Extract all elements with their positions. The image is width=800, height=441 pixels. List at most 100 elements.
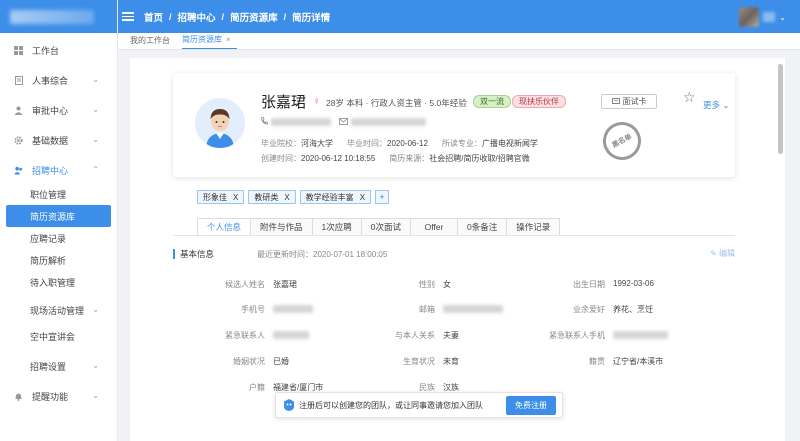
breadcrumb-recruitment[interactable]: 招聘中心 — [178, 10, 216, 24]
field-value: 夫妻 — [443, 331, 459, 340]
chevron-down-icon: ⌄ — [779, 12, 786, 22]
field-value: 张嘉珺 — [273, 280, 297, 289]
field-label: 邮箱 — [419, 305, 435, 314]
sidebar-item-workbench[interactable]: 工作台 — [0, 37, 117, 63]
sidebar-item-label: 基础数据 — [32, 135, 69, 146]
blacklist-stamp: 黑名单 — [596, 115, 648, 167]
close-icon[interactable]: × — [226, 35, 231, 44]
sidebar-subitem-position[interactable]: 职位管理 — [0, 183, 117, 205]
user-name — [763, 12, 776, 22]
sidebar-item-recruit-settings[interactable]: 招聘设置 ⌄ — [0, 353, 117, 379]
info-row: 候选人姓名 张嘉珺 性别 女 出生日期 1992-03-06 — [173, 279, 735, 293]
tag-double-first-class: 双一流 — [473, 95, 511, 108]
tag-partner: 现扶乐伙伴 — [512, 95, 566, 108]
info-row: 婚姻状况 已婚 生育状况 未育 籍贯 辽宁省/本溪市 — [173, 356, 735, 370]
chevron-down-icon: ⌄ — [92, 361, 99, 370]
chevron-down-icon: ⌄ — [92, 75, 99, 84]
sidebar-item-label: 招聘中心 — [32, 165, 69, 176]
phone-icon — [261, 117, 269, 127]
tab-personal-info[interactable]: 个人信息 — [197, 218, 252, 235]
close-icon[interactable]: X — [360, 193, 365, 202]
grad-time-label: 毕业时间： — [347, 139, 387, 148]
sidebar-item-reminder[interactable]: 提醒功能 ⌄ — [0, 383, 117, 409]
sidebar-item-label: 审批中心 — [32, 105, 69, 116]
chevron-down-icon: ⌄ — [92, 105, 99, 114]
sidebar-item-label: 人事综合 — [32, 75, 69, 86]
sidebar-subitem-onboarding[interactable]: 待入职管理 — [0, 271, 117, 293]
sidebar-item-air-seminar[interactable]: 空中宣讲会 — [0, 323, 117, 349]
star-icon[interactable]: ☆ — [683, 89, 696, 106]
tab-label: 简历资源库 — [182, 35, 222, 44]
menu-toggle-icon[interactable] — [122, 12, 134, 21]
free-register-button[interactable]: 免费注册 — [506, 396, 556, 415]
field-label: 户籍 — [249, 383, 265, 392]
add-tag-button[interactable]: + — [375, 190, 390, 204]
major-value: 广播电视新闻学 — [481, 139, 538, 148]
breadcrumb-resume-library[interactable]: 简历资源库 — [230, 10, 278, 24]
tab-notes[interactable]: 0条备注 — [457, 218, 508, 235]
major-label: 所读专业： — [441, 139, 482, 148]
email-value — [351, 118, 426, 126]
edit-button[interactable]: ✎ 编辑 — [710, 248, 735, 259]
breadcrumb-resume-detail: 简历详情 — [292, 12, 331, 24]
tab-interviews[interactable]: 0次面试 — [360, 218, 411, 235]
edit-label: 编辑 — [719, 249, 735, 258]
email-value — [443, 305, 503, 313]
info-row: 紧急联系人 与本人关系 夫妻 紧急联系人手机 — [173, 330, 735, 344]
close-icon[interactable]: X — [284, 193, 289, 202]
phone-value — [271, 118, 331, 126]
sidebar-item-approval[interactable]: 审批中心 ⌄ — [0, 97, 117, 123]
section-accent — [173, 249, 175, 259]
basic-info-header: 基本信息 最近更新时间：2020-07-01 18:00:05 ✎ 编辑 — [173, 247, 735, 261]
sidebar-item-onsite[interactable]: 现场活动管理 ⌄ — [0, 297, 117, 323]
sidebar-item-recruitment[interactable]: 招聘中心 ⌃ — [0, 157, 117, 183]
tab-offer[interactable]: Offer — [410, 218, 458, 235]
breadcrumb-home[interactable]: 首页 — [144, 10, 163, 24]
tab-applications[interactable]: 1次应聘 — [311, 218, 362, 235]
created-label: 创建时间： — [261, 154, 301, 163]
skill-tags: 形象佳 X 教研类 X 教学经验丰富 X + — [197, 190, 390, 204]
breadcrumb-separator: / — [283, 11, 287, 22]
tab-attachments[interactable]: 附件与作品 — [250, 218, 313, 235]
field-label: 出生日期 — [573, 280, 605, 289]
info-row: 手机号 邮箱 业余爱好 养花、烹饪 — [173, 304, 735, 318]
sidebar-subitem-resume-parse[interactable]: 简历解析 — [0, 249, 117, 271]
chevron-up-icon: ⌃ — [92, 165, 99, 174]
field-label: 性别 — [419, 280, 435, 289]
main-content: 张嘉珺 ♀ 28岁 本科 · 行政人资主管 · 5.0年经验 双一流 现扶乐伙伴… — [130, 58, 785, 441]
breadcrumb-separator: / — [169, 11, 172, 22]
field-label: 生育状况 — [403, 357, 435, 366]
logo-image — [10, 9, 94, 24]
field-label: 候选人姓名 — [225, 280, 265, 289]
grid-icon — [14, 45, 23, 55]
team-logo-icon — [284, 399, 294, 411]
logo[interactable] — [0, 0, 117, 33]
sidebar-menu: 工作台 人事综合 ⌄ 审批中心 ⌄ 基础数据 ⌄ 招聘中心 ⌃ 职位管理 简历资… — [0, 33, 117, 409]
candidate-brief: 28岁 本科 · 行政人资主管 · 5.0年经验 — [326, 98, 467, 108]
tab-workbench[interactable]: 我的工作台 — [130, 35, 176, 49]
chevron-down-icon: ⌄ — [722, 100, 730, 110]
more-label: 更多 — [703, 100, 721, 110]
skill-tag-label: 形象佳 — [203, 192, 227, 202]
created-value: 2020-06-12 10:18:55 — [301, 154, 376, 163]
emergency-contact-value — [273, 331, 309, 339]
candidate-avatar — [195, 98, 245, 148]
sidebar-item-hr[interactable]: 人事综合 ⌄ — [0, 67, 117, 93]
scrollbar[interactable] — [778, 64, 783, 154]
sidebar-item-label: 提醒功能 — [32, 391, 69, 402]
sidebar-subitem-applications[interactable]: 应聘记录 — [0, 227, 117, 249]
tab-resume-library[interactable]: 简历资源库 × — [182, 34, 237, 49]
source-row: 创建时间：2020-06-12 10:18:55 简历来源：社会招聘/简历收取/… — [261, 153, 544, 164]
chevron-down-icon: ⌄ — [92, 391, 99, 400]
user-menu[interactable]: ⌄ — [739, 7, 786, 27]
close-icon[interactable]: X — [233, 193, 238, 202]
tab-operation-log[interactable]: 操作记录 — [506, 218, 561, 235]
mail-icon — [339, 117, 348, 127]
sidebar-item-label: 招聘设置 — [30, 361, 67, 372]
people-icon — [14, 166, 23, 175]
interview-card-button[interactable]: 面试卡 — [601, 94, 657, 109]
gender-female-icon: ♀ — [313, 96, 321, 107]
sidebar-item-basic-data[interactable]: 基础数据 ⌄ — [0, 127, 117, 153]
more-dropdown[interactable]: 更多 ⌄ — [703, 99, 730, 111]
sidebar-subitem-resume-library[interactable]: 简历资源库 — [6, 205, 111, 227]
